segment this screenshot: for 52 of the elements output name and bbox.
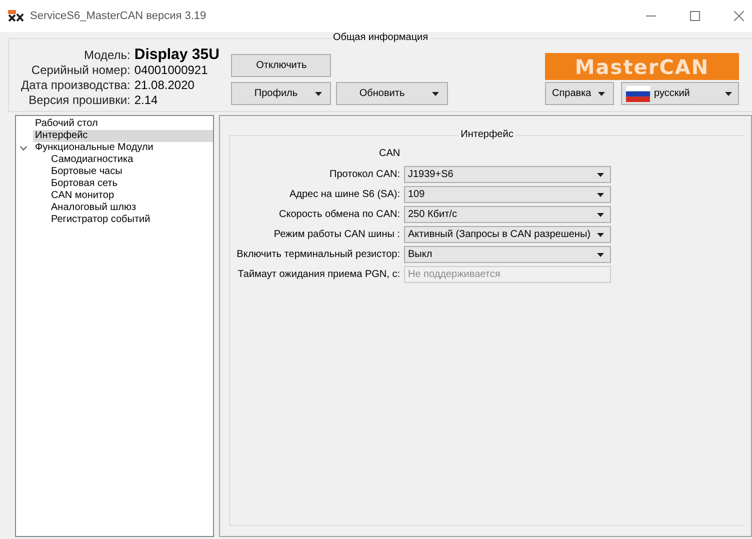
- tree-item[interactable]: Аналоговый шлюз: [49, 202, 213, 214]
- dropdown-field[interactable]: 250 Кбит/с: [404, 206, 611, 223]
- tree-item[interactable]: Самодиагностика: [49, 154, 213, 166]
- caret-icon: [315, 92, 322, 96]
- disconnect-button[interactable]: Отключить: [231, 54, 332, 77]
- chevron-down-icon[interactable]: [20, 146, 27, 150]
- field-label: Режим работы CAN шины :: [272, 229, 400, 240]
- help-button[interactable]: Справка: [545, 82, 614, 105]
- info-value: 21.08.2020: [134, 78, 196, 93]
- caret-icon: [432, 92, 440, 96]
- dropdown-field[interactable]: Активный (Запросы в CAN разрешены): [404, 226, 611, 243]
- flag-icon: [626, 86, 650, 102]
- info-value: 2.14: [134, 93, 159, 108]
- tree-item[interactable]: Рабочий стол: [33, 118, 213, 130]
- caret-icon: [725, 92, 732, 96]
- dropdown-field[interactable]: Выкл: [404, 246, 611, 263]
- field-label: Включить терминальный резистор:: [236, 249, 400, 260]
- caret-icon: [598, 92, 605, 96]
- dropdown-button[interactable]: Профиль: [231, 82, 332, 105]
- caret-icon: [597, 252, 604, 256]
- info-value: Display 35U: [134, 47, 220, 62]
- info-label: Дата производства:: [21, 78, 130, 93]
- window-title: ServiceS6_MasterCAN версия 3.19: [30, 10, 208, 22]
- info-label: Версия прошивки:: [28, 93, 130, 108]
- app-icon: [8, 10, 24, 22]
- info-value: 04001000921: [134, 63, 209, 78]
- info-label: Серийный номер:: [30, 63, 130, 78]
- group-title: Интерфейс: [458, 129, 516, 140]
- field-label: Скорость обмена по CAN:: [278, 209, 400, 220]
- tree-item[interactable]: Интерфейс: [33, 130, 213, 142]
- tree-item[interactable]: Функциональные Модули: [33, 142, 213, 154]
- caret-icon: [597, 172, 604, 176]
- field-label: Протокол CAN:: [328, 169, 400, 180]
- tree-item[interactable]: Регистратор событий: [49, 214, 213, 226]
- close-icon[interactable]: [734, 11, 744, 21]
- tree-item[interactable]: Бортовые часы: [49, 166, 213, 178]
- tree-item[interactable]: Бортовая сеть: [49, 178, 213, 190]
- dropdown-field[interactable]: J1939+S6: [404, 166, 611, 183]
- info-label: Модель:: [82, 48, 130, 63]
- dropdown-button[interactable]: Обновить: [336, 82, 448, 105]
- field-label: Таймаут ожидания приема PGN, с:: [236, 269, 400, 280]
- logo: MasterCAN: [545, 53, 739, 80]
- caret-icon: [597, 192, 604, 196]
- caret-icon: [597, 232, 604, 236]
- dropdown-field[interactable]: 109: [404, 186, 611, 203]
- maximize-icon[interactable]: [690, 11, 700, 21]
- language-select[interactable]: русский: [621, 82, 739, 105]
- tree-item[interactable]: CAN монитор: [49, 190, 213, 202]
- caret-icon: [597, 212, 604, 216]
- group-title: Общая информация: [330, 32, 430, 43]
- section-label: CAN: [379, 148, 400, 159]
- field-label: Адрес на шине S6 (SA):: [288, 189, 400, 200]
